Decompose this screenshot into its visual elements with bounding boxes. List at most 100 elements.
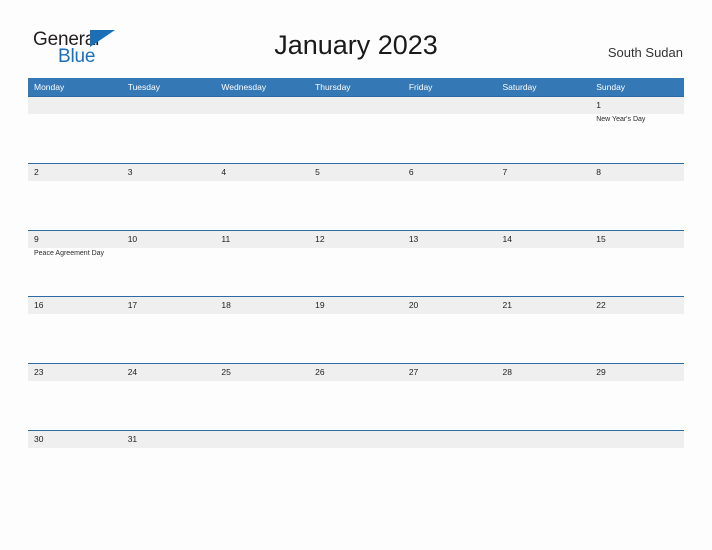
day-number: 23 xyxy=(34,367,44,378)
day-cell[interactable]: 16 xyxy=(28,297,122,364)
day-number: 29 xyxy=(596,367,606,378)
day-cell[interactable]: 13 xyxy=(403,231,497,298)
week-day-cells: 1 New Year's Day xyxy=(28,97,684,164)
day-cell[interactable]: 26 xyxy=(309,364,403,431)
day-event: Peace Agreement Day xyxy=(34,249,105,257)
day-cell[interactable]: 10 xyxy=(122,231,216,298)
page-title: January 2023 xyxy=(274,30,438,60)
day-cell[interactable]: 7 xyxy=(497,164,591,231)
day-number: 20 xyxy=(408,300,419,311)
day-number: 19 xyxy=(315,300,325,311)
weekday-header-monday: Monday xyxy=(34,82,65,92)
week-day-cells: 2 3 4 5 6 7 8 xyxy=(28,164,684,231)
day-cell[interactable]: 28 xyxy=(497,364,591,431)
day-number: 28 xyxy=(502,367,512,378)
day-number: 2 xyxy=(34,166,39,177)
day-cell[interactable]: 15 xyxy=(590,231,684,298)
day-number: 13 xyxy=(408,233,419,244)
day-number: 11 xyxy=(221,233,231,244)
calendar-grid: Monday Tuesday Wednesday Thursday Friday… xyxy=(28,78,684,497)
day-cell[interactable]: 31 xyxy=(122,431,216,498)
weekday-header-wednesday: Wednesday xyxy=(221,82,267,92)
day-cell[interactable]: 1 New Year's Day xyxy=(590,97,684,164)
weekday-header-sunday: Sunday xyxy=(596,82,626,92)
day-cell[interactable]: 19 xyxy=(309,297,403,364)
weekday-header-row: Monday Tuesday Wednesday Thursday Friday… xyxy=(28,78,684,96)
week-day-cells: 16 17 18 19 20 21 22 xyxy=(28,297,684,364)
day-number: 22 xyxy=(596,300,606,311)
day-number: 17 xyxy=(127,300,138,311)
day-number: 21 xyxy=(502,300,512,311)
day-number: 6 xyxy=(408,166,414,177)
day-cell[interactable]: 6 xyxy=(403,164,497,231)
day-event: New Year's Day xyxy=(596,116,646,123)
day-number: 18 xyxy=(221,300,231,311)
day-cell[interactable] xyxy=(309,97,403,164)
country-label: South Sudan xyxy=(607,45,683,60)
day-cell[interactable]: 20 xyxy=(403,297,497,364)
day-cell[interactable]: 21 xyxy=(497,297,591,364)
day-number: 27 xyxy=(408,367,419,378)
week-row: 9 Peace Agreement Day 10 11 12 13 14 15 xyxy=(28,229,684,298)
day-cell[interactable] xyxy=(309,431,403,498)
day-cell[interactable]: 17 xyxy=(122,297,216,364)
page-header: General Blue January 2023 South Sudan xyxy=(0,0,712,76)
week-row: 16 17 18 19 20 21 22 xyxy=(28,296,684,363)
calendar-page: General Blue January 2023 South Sudan Mo… xyxy=(0,0,712,550)
day-cell[interactable]: 2 xyxy=(28,164,122,231)
day-number: 1 xyxy=(596,100,601,110)
day-cell[interactable]: 14 xyxy=(497,231,591,298)
day-number: 30 xyxy=(34,433,44,444)
day-number: 8 xyxy=(596,166,601,177)
day-cell[interactable]: 8 xyxy=(590,164,684,231)
week-row: 2 3 4 5 6 7 8 xyxy=(28,162,684,231)
week-row: 30 31 xyxy=(28,429,684,498)
day-number: 31 xyxy=(127,433,138,444)
day-cell[interactable]: 23 xyxy=(28,364,122,431)
day-number: 14 xyxy=(502,233,512,244)
day-cell[interactable]: 3 xyxy=(122,164,216,231)
day-cell[interactable] xyxy=(497,431,591,498)
day-number: 16 xyxy=(34,300,44,311)
day-number: 10 xyxy=(127,233,138,244)
day-cell[interactable]: 11 xyxy=(215,231,309,298)
day-cell[interactable] xyxy=(403,431,497,498)
day-number: 15 xyxy=(596,233,606,244)
week-row: 23 24 25 26 27 28 29 xyxy=(28,363,684,430)
day-cell[interactable] xyxy=(28,97,122,164)
day-cell[interactable]: 27 xyxy=(403,364,497,431)
weekday-header-thursday: Thursday xyxy=(315,82,351,92)
day-cell[interactable]: 5 xyxy=(309,164,403,231)
weekday-header-saturday: Saturday xyxy=(502,82,537,92)
day-number: 12 xyxy=(315,233,325,244)
day-cell[interactable]: 12 xyxy=(309,231,403,298)
day-number: 9 xyxy=(34,233,39,244)
day-number: 4 xyxy=(221,166,227,177)
week-day-cells: 23 24 25 26 27 28 29 xyxy=(28,364,684,431)
weekday-header-tuesday: Tuesday xyxy=(127,82,160,92)
day-cell[interactable]: 29 xyxy=(590,364,684,431)
day-cell[interactable] xyxy=(497,97,591,164)
day-number: 25 xyxy=(221,367,231,378)
day-number: 24 xyxy=(127,367,138,378)
day-cell[interactable]: 25 xyxy=(215,364,309,431)
week-row: 1 New Year's Day xyxy=(28,96,684,163)
day-number: 3 xyxy=(127,166,133,177)
day-cell[interactable]: 18 xyxy=(215,297,309,364)
day-cell[interactable] xyxy=(215,97,309,164)
day-cell[interactable] xyxy=(122,97,216,164)
day-cell[interactable]: 24 xyxy=(122,364,216,431)
day-cell[interactable] xyxy=(590,431,684,498)
week-day-cells: 9 Peace Agreement Day 10 11 12 13 14 15 xyxy=(28,231,684,298)
day-cell[interactable] xyxy=(215,431,309,498)
weekday-header-friday: Friday xyxy=(408,82,433,92)
day-number: 7 xyxy=(502,166,508,177)
day-number: 26 xyxy=(315,367,325,378)
day-cell[interactable]: 9 Peace Agreement Day xyxy=(28,231,122,298)
day-cell[interactable] xyxy=(403,97,497,164)
day-cell[interactable]: 4 xyxy=(215,164,309,231)
day-cell[interactable]: 22 xyxy=(590,297,684,364)
day-number: 5 xyxy=(315,166,320,177)
week-day-cells: 30 31 xyxy=(28,431,684,498)
day-cell[interactable]: 30 xyxy=(28,431,122,498)
